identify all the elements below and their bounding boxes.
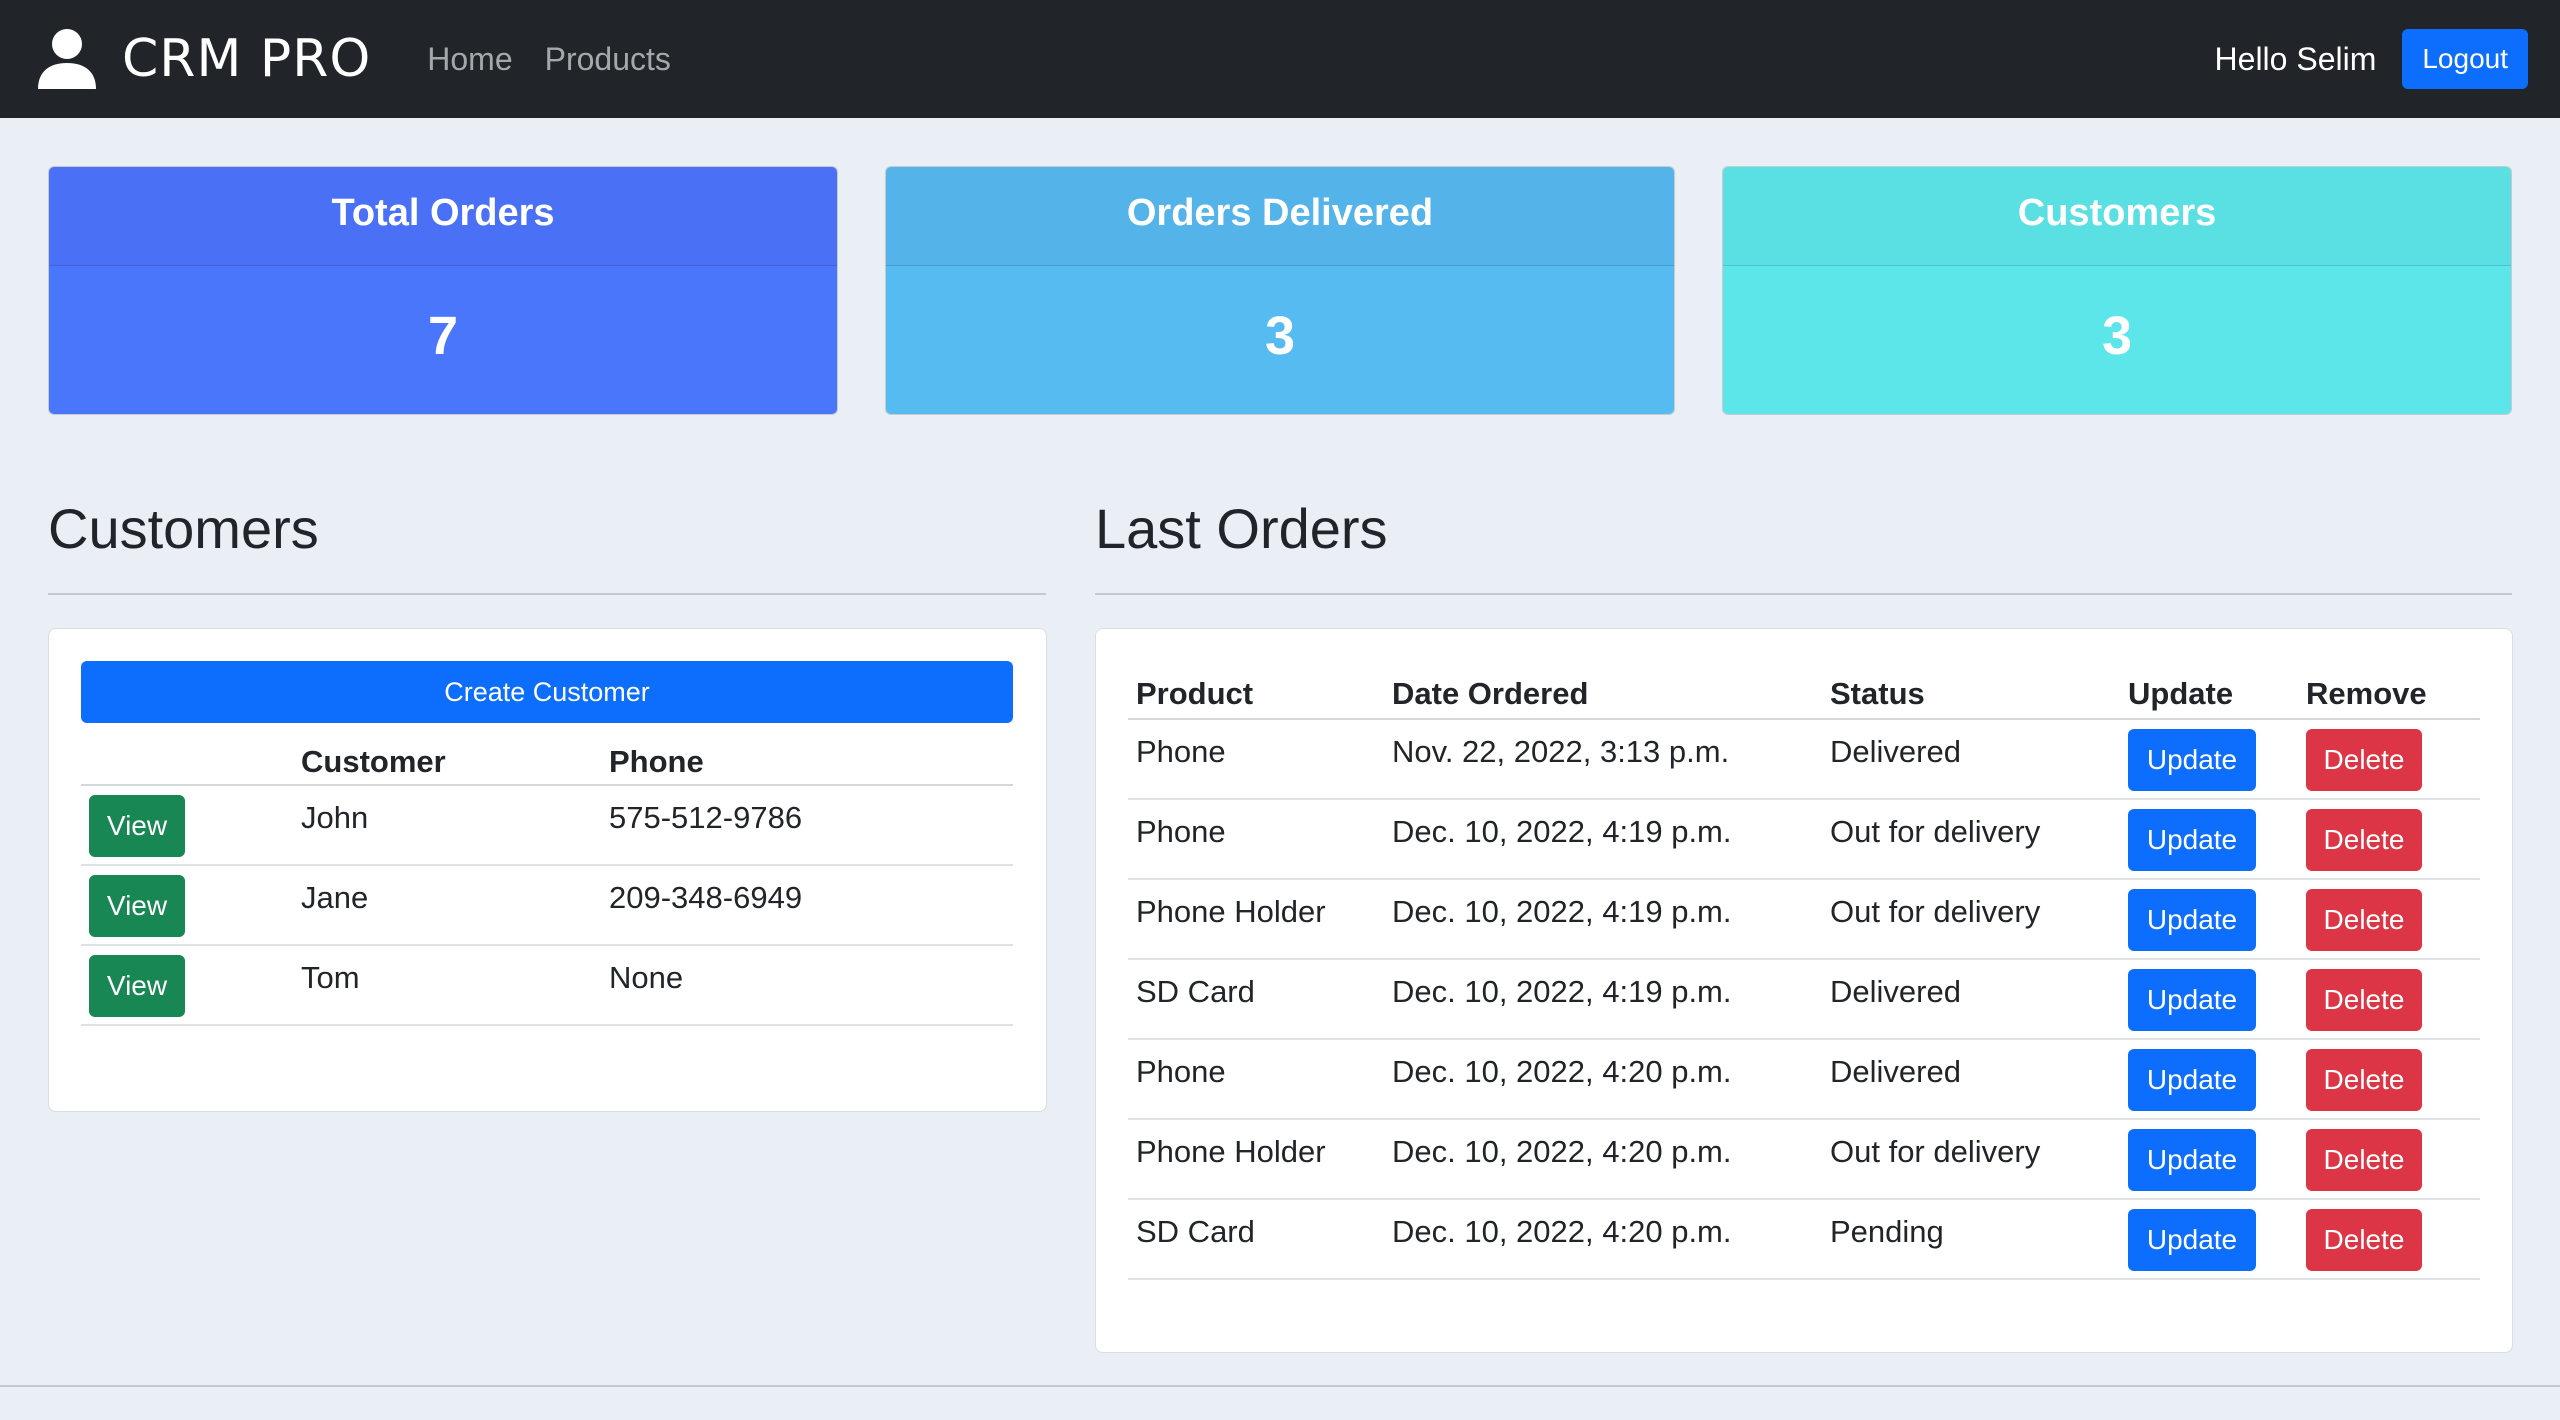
table-row: SD Card Dec. 10, 2022, 4:20 p.m. Pending… [1128, 1199, 2480, 1280]
delete-order-button[interactable]: Delete [2306, 1049, 2422, 1111]
table-row: Phone Dec. 10, 2022, 4:20 p.m. Delivered… [1128, 1039, 2480, 1120]
stat-card-customers: Customers 3 [1722, 166, 2512, 415]
delete-order-button[interactable]: Delete [2306, 1209, 2422, 1271]
table-row: View Tom None [81, 945, 1013, 1026]
stats-row: Total Orders 7 Orders Delivered 3 Custom… [48, 166, 2512, 415]
order-date: Nov. 22, 2022, 3:13 p.m. [1392, 719, 1830, 800]
order-date: Dec. 10, 2022, 4:20 p.m. [1392, 1119, 1830, 1200]
order-status: Delivered [1830, 1039, 2128, 1120]
customers-panel: Create Customer Customer Phone View John… [48, 628, 1047, 1112]
view-customer-button[interactable]: View [89, 875, 185, 937]
delete-order-button[interactable]: Delete [2306, 1129, 2422, 1191]
navbar: CRM PRO Home Products Hello Selim Logout [0, 0, 2560, 118]
order-date: Dec. 10, 2022, 4:19 p.m. [1392, 879, 1830, 960]
stat-card-label: Total Orders [49, 167, 837, 266]
column-header-status: Status [1830, 669, 2128, 720]
order-date: Dec. 10, 2022, 4:20 p.m. [1392, 1039, 1830, 1120]
user-greeting: Hello Selim [2214, 40, 2377, 77]
order-status: Delivered [1830, 959, 2128, 1040]
stat-card-total-orders: Total Orders 7 [48, 166, 838, 415]
customer-name: Jane [301, 865, 609, 946]
stat-card-value: 3 [886, 266, 1674, 414]
delete-order-button[interactable]: Delete [2306, 969, 2422, 1031]
table-row: Phone Dec. 10, 2022, 4:19 p.m. Out for d… [1128, 799, 2480, 880]
user-icon [38, 29, 96, 89]
update-order-button[interactable]: Update [2128, 729, 2256, 791]
nav-link-products[interactable]: Products [545, 41, 671, 78]
footer-divider [0, 1385, 2560, 1387]
column-header-phone: Phone [609, 739, 1013, 786]
update-order-button[interactable]: Update [2128, 1049, 2256, 1111]
column-header-remove: Remove [2306, 669, 2480, 720]
update-order-button[interactable]: Update [2128, 889, 2256, 951]
column-header-product: Product [1128, 669, 1392, 720]
table-row: Phone Holder Dec. 10, 2022, 4:20 p.m. Ou… [1128, 1119, 2480, 1200]
order-product: Phone Holder [1128, 879, 1392, 960]
table-row: SD Card Dec. 10, 2022, 4:19 p.m. Deliver… [1128, 959, 2480, 1040]
column-header [81, 739, 301, 786]
customer-name: Tom [301, 945, 609, 1026]
nav-link-home[interactable]: Home [427, 41, 512, 78]
stat-card-value: 3 [1723, 266, 2511, 414]
order-date: Dec. 10, 2022, 4:19 p.m. [1392, 959, 1830, 1040]
column-header-customer: Customer [301, 739, 609, 786]
order-product: SD Card [1128, 959, 1392, 1040]
order-status: Out for delivery [1830, 799, 2128, 880]
stat-card-orders-delivered: Orders Delivered 3 [885, 166, 1675, 415]
table-header-row: Customer Phone [81, 739, 1013, 786]
section-divider [1095, 593, 2512, 595]
order-status: Delivered [1830, 719, 2128, 800]
table-row: Phone Nov. 22, 2022, 3:13 p.m. Delivered… [1128, 719, 2480, 800]
order-product: SD Card [1128, 1199, 1392, 1280]
orders-table: Product Date Ordered Status Update Remov… [1128, 669, 2480, 1280]
customer-phone: 209-348-6949 [609, 865, 1013, 946]
view-customer-button[interactable]: View [89, 955, 185, 1017]
orders-panel: Product Date Ordered Status Update Remov… [1095, 628, 2513, 1353]
order-product: Phone [1128, 1039, 1392, 1120]
customer-name: John [301, 785, 609, 866]
table-row: View John 575-512-9786 [81, 785, 1013, 866]
order-product: Phone Holder [1128, 1119, 1392, 1200]
table-row: Phone Holder Dec. 10, 2022, 4:19 p.m. Ou… [1128, 879, 2480, 960]
table-header-row: Product Date Ordered Status Update Remov… [1128, 669, 2480, 720]
orders-section-title: Last Orders [1095, 497, 1388, 560]
update-order-button[interactable]: Update [2128, 969, 2256, 1031]
logout-button[interactable]: Logout [2402, 29, 2528, 89]
order-date: Dec. 10, 2022, 4:20 p.m. [1392, 1199, 1830, 1280]
stat-card-value: 7 [49, 266, 837, 414]
order-status: Pending [1830, 1199, 2128, 1280]
brand-name: CRM PRO [122, 29, 372, 89]
order-status: Out for delivery [1830, 879, 2128, 960]
order-product: Phone [1128, 799, 1392, 880]
customers-table: Customer Phone View John 575-512-9786 Vi… [81, 739, 1013, 1026]
order-date: Dec. 10, 2022, 4:19 p.m. [1392, 799, 1830, 880]
stat-card-label: Orders Delivered [886, 167, 1674, 266]
customers-section-title: Customers [48, 497, 319, 560]
customer-phone: None [609, 945, 1013, 1026]
delete-order-button[interactable]: Delete [2306, 809, 2422, 871]
column-header-date: Date Ordered [1392, 669, 1830, 720]
table-row: View Jane 209-348-6949 [81, 865, 1013, 946]
delete-order-button[interactable]: Delete [2306, 729, 2422, 791]
update-order-button[interactable]: Update [2128, 1129, 2256, 1191]
update-order-button[interactable]: Update [2128, 1209, 2256, 1271]
create-customer-button[interactable]: Create Customer [81, 661, 1013, 723]
brand[interactable]: CRM PRO [36, 27, 371, 91]
column-header-update: Update [2128, 669, 2306, 720]
view-customer-button[interactable]: View [89, 795, 185, 857]
delete-order-button[interactable]: Delete [2306, 889, 2422, 951]
order-product: Phone [1128, 719, 1392, 800]
stat-card-label: Customers [1723, 167, 2511, 266]
section-divider [48, 593, 1046, 595]
order-status: Out for delivery [1830, 1119, 2128, 1200]
customer-phone: 575-512-9786 [609, 785, 1013, 866]
update-order-button[interactable]: Update [2128, 809, 2256, 871]
